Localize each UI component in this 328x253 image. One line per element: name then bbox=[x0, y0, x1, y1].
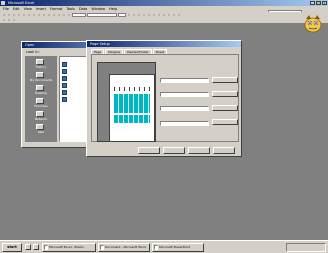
custom-field[interactable] bbox=[160, 106, 209, 111]
print-preview-icon[interactable] bbox=[22, 13, 26, 17]
file-icon bbox=[62, 68, 67, 74]
close-button[interactable]: × bbox=[322, 1, 327, 5]
show-desktop-icon[interactable] bbox=[25, 244, 31, 250]
percent-icon[interactable] bbox=[162, 13, 166, 17]
place-label: Network bbox=[34, 117, 48, 121]
align-right-icon[interactable] bbox=[152, 13, 156, 17]
list-item[interactable] bbox=[62, 68, 69, 74]
file-icon bbox=[62, 89, 67, 95]
sort-ascending-icon[interactable] bbox=[62, 13, 66, 17]
toolbar2-icon[interactable] bbox=[7, 18, 11, 22]
print-icon[interactable] bbox=[17, 13, 21, 17]
ok-button[interactable] bbox=[188, 147, 210, 154]
currency-icon[interactable] bbox=[157, 13, 161, 17]
save-icon[interactable] bbox=[12, 13, 16, 17]
preview-data-cells bbox=[114, 94, 150, 113]
custom-field-2[interactable] bbox=[160, 121, 209, 126]
file-icon bbox=[62, 75, 67, 81]
copy-icon[interactable] bbox=[37, 13, 41, 17]
list-item[interactable] bbox=[62, 82, 69, 88]
toolbar bbox=[0, 12, 328, 24]
quick-launch bbox=[25, 244, 39, 250]
options-button[interactable] bbox=[212, 105, 238, 111]
page-setup-titlebar[interactable]: Page Setup bbox=[87, 41, 241, 47]
list-item[interactable] bbox=[62, 75, 69, 81]
page-setup-panel bbox=[91, 54, 239, 142]
align-center-icon[interactable] bbox=[147, 13, 151, 17]
font-color-icon[interactable] bbox=[177, 13, 181, 17]
app-title: Microsoft Excel bbox=[8, 1, 35, 5]
list-item[interactable] bbox=[62, 89, 69, 95]
file-icon bbox=[62, 61, 67, 67]
place-label: Web bbox=[37, 130, 45, 134]
system-tray bbox=[286, 243, 326, 252]
place-web[interactable]: Web bbox=[27, 124, 55, 135]
task-button-excel[interactable]: Microsoft Excel - Book1 bbox=[42, 243, 96, 252]
browser-icon[interactable] bbox=[33, 244, 39, 250]
list-item[interactable] bbox=[62, 61, 69, 67]
word-task-icon bbox=[100, 245, 104, 250]
chart-wizard-icon[interactable] bbox=[67, 13, 71, 17]
place-desktop[interactable]: Desktop bbox=[27, 85, 55, 96]
header-combo[interactable] bbox=[160, 78, 209, 83]
font-size-combo[interactable] bbox=[118, 13, 126, 17]
autosum-icon[interactable] bbox=[57, 13, 61, 17]
place-label: My Documents bbox=[29, 78, 53, 82]
cancel-button[interactable] bbox=[213, 147, 235, 154]
paste-icon[interactable] bbox=[42, 13, 46, 17]
fill-color-icon[interactable] bbox=[172, 13, 176, 17]
undo-icon[interactable] bbox=[47, 13, 51, 17]
footer-combo[interactable] bbox=[160, 92, 209, 97]
spelling-icon[interactable] bbox=[27, 13, 31, 17]
font-name-combo[interactable] bbox=[87, 13, 117, 17]
taskbar: start Microsoft Excel - Book1 Document -… bbox=[0, 240, 328, 253]
italic-icon[interactable] bbox=[132, 13, 136, 17]
open-icon[interactable] bbox=[7, 13, 11, 17]
places-bar: History My Documents Desktop Favorites N… bbox=[25, 56, 57, 142]
list-item[interactable] bbox=[62, 96, 69, 102]
print-preview-bottom-button[interactable] bbox=[163, 147, 185, 154]
preview-data-cells bbox=[114, 115, 150, 123]
bold-icon[interactable] bbox=[127, 13, 131, 17]
underline-icon[interactable] bbox=[137, 13, 141, 17]
powerpoint-task-icon bbox=[154, 245, 158, 250]
page-preview bbox=[97, 62, 156, 142]
office-assistant-icon[interactable] bbox=[302, 13, 324, 33]
preview-header-marks bbox=[114, 87, 150, 91]
minimize-button[interactable]: _ bbox=[310, 1, 315, 5]
new-icon[interactable] bbox=[2, 13, 6, 17]
custom-header-button[interactable] bbox=[212, 77, 238, 83]
file-icon bbox=[62, 96, 67, 102]
task-button-powerpoint[interactable]: Microsoft PowerPoint bbox=[152, 243, 204, 252]
task-label: Document - Microsoft Word bbox=[105, 245, 146, 249]
task-label: Microsoft PowerPoint bbox=[159, 245, 191, 249]
task-label: Microsoft Excel - Book1 bbox=[49, 245, 84, 249]
custom-footer-button[interactable] bbox=[212, 91, 238, 97]
excel-task-icon bbox=[44, 245, 48, 250]
start-button[interactable]: start bbox=[2, 243, 22, 252]
place-network[interactable]: Network bbox=[27, 111, 55, 122]
print-button[interactable] bbox=[138, 147, 160, 154]
place-label: History bbox=[35, 65, 47, 69]
redo-icon[interactable] bbox=[52, 13, 56, 17]
toolbar2-icon[interactable] bbox=[12, 18, 16, 22]
look-in-label: Look in: bbox=[26, 50, 40, 54]
place-my-documents[interactable]: My Documents bbox=[27, 72, 55, 83]
maximize-button[interactable]: □ bbox=[316, 1, 321, 5]
borders-icon[interactable] bbox=[167, 13, 171, 17]
cut-icon[interactable] bbox=[32, 13, 36, 17]
excel-app-icon bbox=[1, 1, 5, 5]
task-button-word[interactable]: Document - Microsoft Word bbox=[98, 243, 150, 252]
align-left-icon[interactable] bbox=[142, 13, 146, 17]
print-preview-button[interactable] bbox=[212, 119, 238, 125]
page-setup-dialog: Page Setup Page Margins Header/Footer Sh… bbox=[86, 40, 242, 157]
file-icon bbox=[62, 82, 67, 88]
place-favorites[interactable]: Favorites bbox=[27, 98, 55, 109]
toolbar2-icon[interactable] bbox=[2, 18, 6, 22]
place-label: Favorites bbox=[34, 104, 48, 108]
place-history[interactable]: History bbox=[27, 59, 55, 70]
place-label: Desktop bbox=[34, 91, 48, 95]
zoom-combo[interactable] bbox=[72, 13, 86, 17]
